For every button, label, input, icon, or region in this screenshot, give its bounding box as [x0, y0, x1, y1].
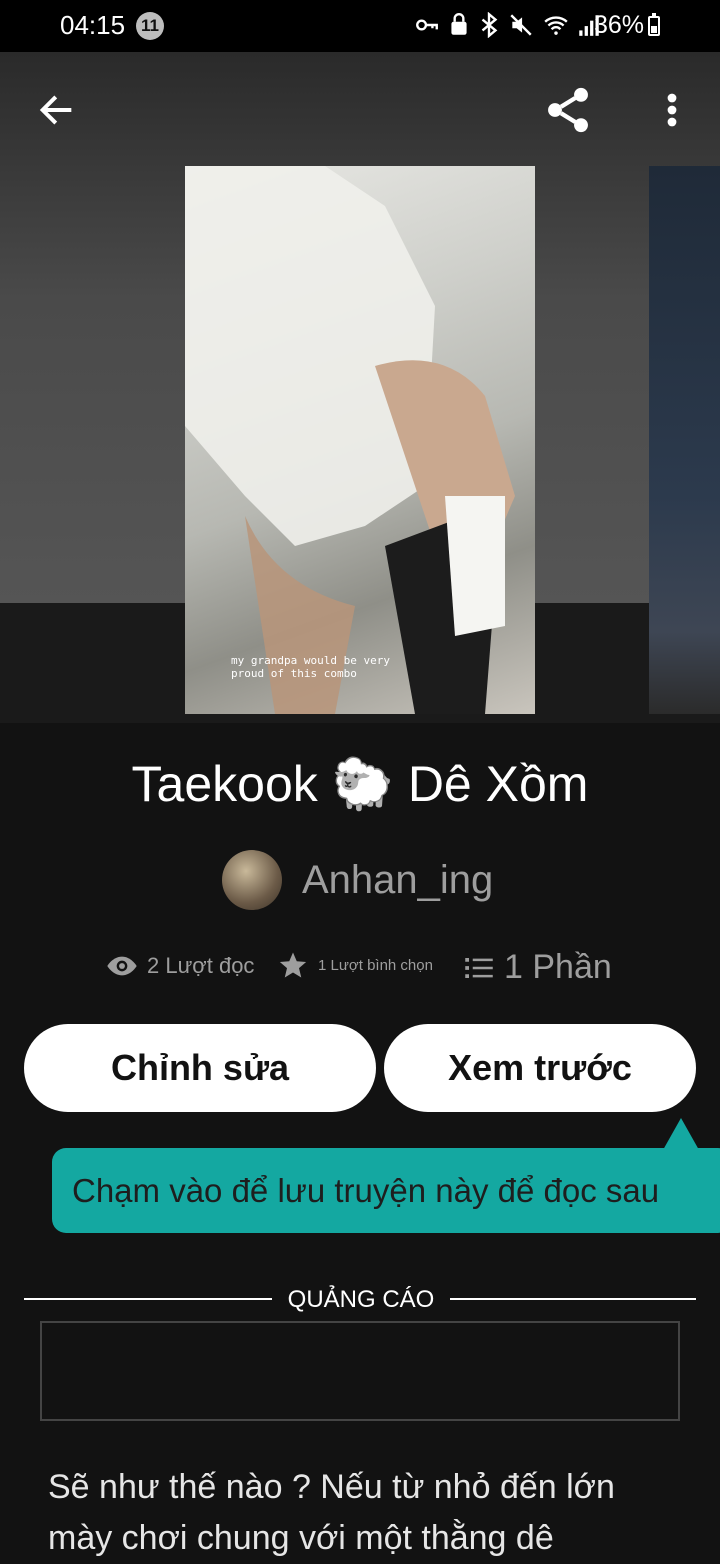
- story-stats: 2 Lượt đọc 1 Lượt bình chọn 1 Phần: [106, 944, 626, 994]
- wifi-icon: [544, 16, 568, 35]
- vpn-key-icon: [416, 19, 438, 31]
- author-link[interactable]: Anhan_ing: [222, 850, 493, 910]
- battery-icon: [648, 13, 660, 36]
- votes-count: 1 Lượt bình chọn: [318, 956, 433, 974]
- mute-icon: [510, 14, 532, 36]
- bluetooth-icon: [481, 12, 498, 38]
- star-icon: [279, 952, 307, 978]
- battery-percentage: 36%: [594, 11, 645, 39]
- status-time: 04:15: [60, 10, 126, 40]
- parts-stat: 1 Phần: [464, 948, 612, 987]
- more-options-button[interactable]: [648, 84, 696, 136]
- list-icon: [465, 957, 493, 978]
- story-title: Taekook 🐑 Dê Xồm: [131, 756, 589, 812]
- votes-stat: 1 Lượt bình chọn: [278, 950, 433, 980]
- tooltip-pointer: [663, 1118, 699, 1150]
- story-description: Sẽ như thế nào ? Nếu từ nhỏ đến lớn mày …: [48, 1468, 615, 1557]
- more-vertical-icon: [667, 93, 677, 127]
- tooltip-text: Chạm vào để lưu truyện này để đọc sau: [72, 1171, 660, 1209]
- share-icon: [548, 87, 588, 133]
- status-icons: [414, 12, 600, 38]
- ad-divider-left: [24, 1298, 272, 1300]
- next-story-cover[interactable]: [649, 166, 720, 714]
- share-button[interactable]: [538, 80, 598, 140]
- back-button[interactable]: [24, 82, 88, 138]
- ad-divider-right: [450, 1298, 696, 1300]
- cover-illustration: [185, 166, 515, 714]
- notification-count-badge: 11: [136, 12, 164, 40]
- reads-stat: 2 Lượt đọc: [106, 950, 254, 982]
- status-bar: 04:15 11 36%: [0, 0, 720, 52]
- arrow-left-icon: [39, 95, 72, 125]
- preview-button[interactable]: Xem trước: [384, 1024, 696, 1112]
- story-cover-image[interactable]: my grandpa would be very proud of this c…: [185, 166, 535, 714]
- cover-caption: my grandpa would be very proud of this c…: [231, 654, 390, 680]
- author-avatar[interactable]: [222, 850, 282, 910]
- edit-button[interactable]: Chỉnh sửa: [24, 1024, 376, 1112]
- author-name[interactable]: Anhan_ing: [302, 858, 493, 903]
- parts-count: 1 Phần: [504, 948, 612, 986]
- reads-count: 2 Lượt đọc: [147, 953, 255, 978]
- lock-icon: [451, 12, 467, 35]
- save-for-later-tooltip[interactable]: Chạm vào để lưu truyện này để đọc sau: [52, 1148, 720, 1233]
- ad-label: QUẢNG CÁO: [287, 1286, 435, 1313]
- eye-icon: [107, 956, 137, 976]
- ad-container[interactable]: [40, 1321, 680, 1421]
